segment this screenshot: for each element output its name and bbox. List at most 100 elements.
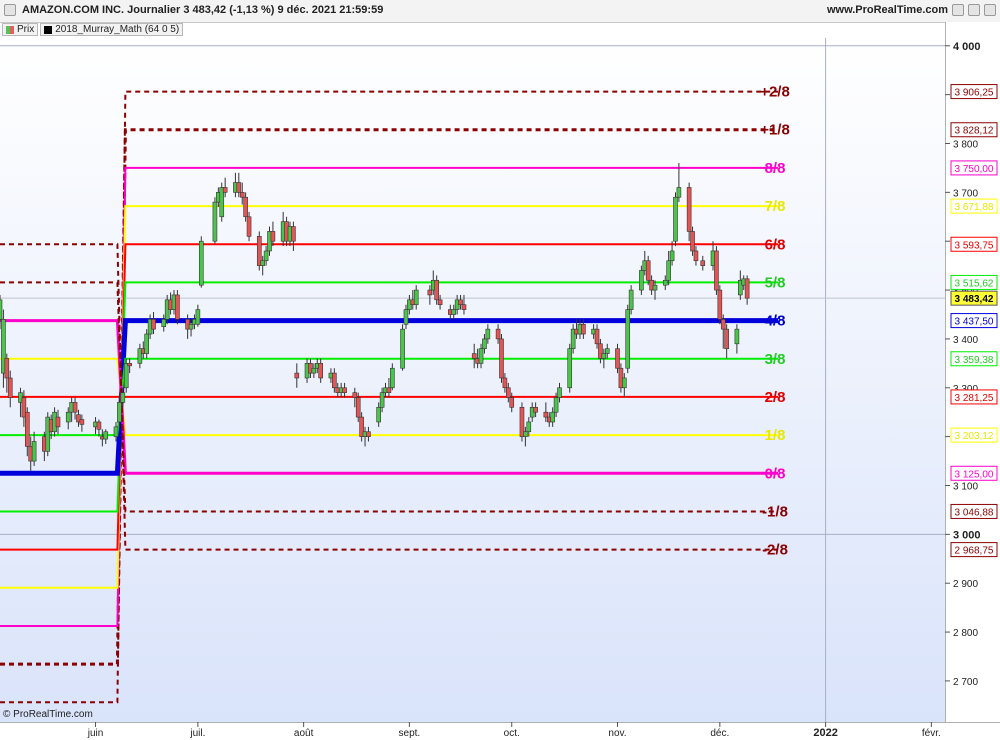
- level-label: +2/8: [760, 84, 790, 101]
- candle-body: [662, 279, 668, 286]
- price-chart: +2/8 +1/8 8/8 7/8 6/8 5/8 4/8 3/8 2/8 1/8 0/8 -1/8 -…: [0, 38, 998, 739]
- candle-body: [686, 187, 692, 232]
- candle-body: [437, 299, 443, 306]
- candle-body: [700, 260, 706, 266]
- candle-body: [260, 260, 265, 266]
- candle-body: [188, 323, 194, 330]
- candle-body: [151, 319, 156, 330]
- candle-body: [615, 348, 620, 369]
- candle-body: [175, 294, 180, 320]
- candle-body: [625, 309, 631, 369]
- candle-body: [485, 328, 491, 340]
- candle-body: [523, 431, 528, 437]
- candle-body: [7, 377, 13, 398]
- candle-body: [113, 426, 119, 437]
- candle-body: [622, 377, 627, 389]
- y-tick-label: 2 700: [953, 677, 978, 688]
- level-price-label: 3 515,62: [955, 278, 994, 289]
- x-tick-label: févr.: [922, 728, 941, 739]
- candle-body: [103, 431, 109, 440]
- candle-body: [342, 387, 347, 393]
- candle-body: [628, 289, 634, 310]
- level-label: 0/8: [765, 465, 786, 482]
- level-label: -1/8: [762, 503, 788, 520]
- candle-body: [690, 231, 695, 252]
- level-price-label: 3 671,88: [955, 202, 994, 213]
- candle-body: [239, 192, 245, 198]
- level-label: 7/8: [765, 198, 786, 215]
- candle-body: [0, 299, 3, 320]
- x-tick-label: nov.: [608, 728, 626, 739]
- level-price-label: 3 906,25: [955, 88, 994, 99]
- level-price-label: 3 359,38: [955, 355, 994, 366]
- candle-body: [31, 441, 37, 462]
- x-tick-label: août: [294, 728, 314, 739]
- candle-body: [376, 407, 381, 423]
- candle-body: [724, 328, 729, 349]
- x-tick-label: juin: [87, 728, 104, 739]
- candle-body: [526, 421, 532, 433]
- candle-body: [117, 402, 122, 423]
- level-label: 8/8: [765, 160, 786, 177]
- level-price-label: 3 437,50: [955, 317, 994, 328]
- level-label: 3/8: [765, 351, 786, 368]
- candle-body: [123, 363, 129, 389]
- candle-body: [352, 392, 358, 398]
- candle-body: [291, 226, 296, 242]
- candle-body: [96, 421, 102, 430]
- candle-body: [403, 309, 409, 325]
- candle-body: [386, 387, 392, 393]
- candle-body: [120, 392, 126, 403]
- y-tick-label: 3 700: [953, 188, 978, 199]
- y-tick-label: 3 000: [953, 529, 981, 541]
- candle-body: [390, 367, 395, 389]
- candle-body: [263, 250, 269, 262]
- candle-body: [72, 402, 78, 413]
- candle-body: [427, 289, 433, 296]
- candle-body: [195, 309, 201, 325]
- y-tick-label: 2 800: [953, 628, 978, 639]
- level-label: -2/8: [762, 542, 788, 559]
- candle-body: [222, 187, 228, 193]
- y-tick-label: 3 100: [953, 481, 978, 492]
- candle-body: [509, 397, 515, 408]
- y-tick-label: 3 400: [953, 335, 978, 346]
- candle-body: [311, 367, 317, 374]
- level-price-label: 2 968,75: [955, 546, 994, 557]
- candle-body: [652, 284, 658, 291]
- candle-body: [714, 250, 719, 291]
- candle-body: [543, 411, 549, 418]
- level-price-label: 3 593,75: [955, 240, 994, 251]
- candle-body: [451, 309, 457, 315]
- chart-window: AMAZON.COM INC. Journalier 3 483,42 (-1,…: [0, 0, 1000, 740]
- level-label: 5/8: [765, 274, 786, 291]
- candle-body: [666, 260, 671, 281]
- candle-body: [270, 231, 276, 242]
- candle-body: [212, 201, 218, 242]
- level-price-label: 3 281,25: [955, 393, 994, 404]
- candle-body: [717, 289, 723, 320]
- x-tick-label: 2022: [813, 727, 837, 739]
- candle-body: [79, 419, 85, 425]
- candle-body: [246, 216, 252, 237]
- candle-body: [499, 338, 504, 379]
- y-tick-label: 4 000: [953, 41, 981, 53]
- candle-body: [243, 196, 248, 218]
- candle-body: [502, 377, 508, 389]
- candle-body: [639, 270, 644, 291]
- level-price-label: 3 203,12: [955, 431, 994, 442]
- candle-body: [458, 299, 463, 306]
- candle-body: [144, 333, 149, 354]
- candle-body: [355, 397, 361, 418]
- candle-body: [65, 411, 71, 423]
- candle-body: [734, 328, 740, 345]
- candle-body: [434, 279, 439, 301]
- candle-body: [413, 289, 419, 306]
- candle-body: [400, 328, 405, 369]
- candle-body: [55, 416, 61, 428]
- level-price-label: 3 828,12: [955, 126, 994, 137]
- candle-body: [332, 372, 337, 389]
- level-price-label: 3 046,88: [955, 507, 994, 518]
- level-label: 6/8: [765, 236, 786, 253]
- y-tick-label: 3 800: [953, 139, 978, 150]
